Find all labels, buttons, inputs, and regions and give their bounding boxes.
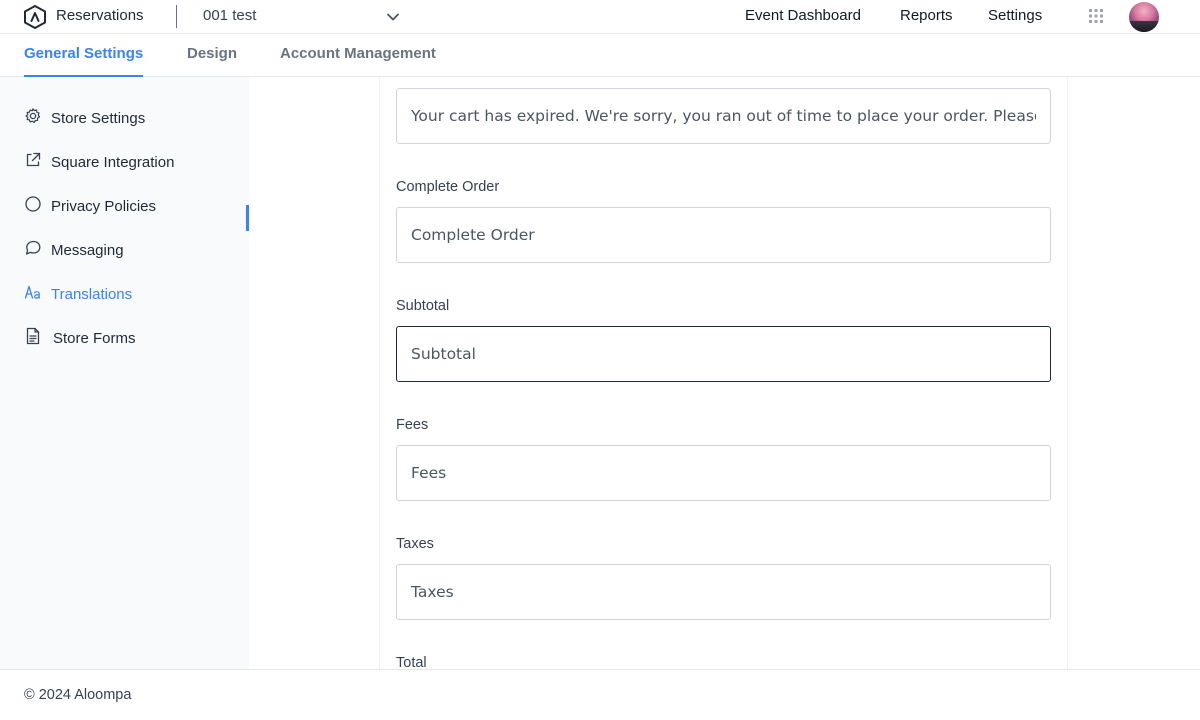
fees-label: Fees (396, 417, 429, 433)
taxes-label: Taxes (396, 536, 434, 552)
sidebar-item-label: Privacy Policies (51, 198, 157, 215)
taxes-input[interactable] (396, 564, 1051, 620)
settings-tabs: General Settings Design Account Manageme… (0, 34, 1200, 77)
main-content: Complete Order Subtotal Fees Taxes Total (249, 77, 1200, 669)
sidebar-item-label: Messaging (51, 242, 124, 259)
sidebar-item-store-forms[interactable]: Store Forms (24, 327, 249, 351)
sidebar-item-square-integration[interactable]: Square Integration (24, 151, 249, 175)
complete-order-input[interactable] (396, 207, 1051, 263)
translate-icon (24, 285, 40, 299)
subtotal-input[interactable] (396, 326, 1051, 382)
sidebar-item-label: Store Settings (51, 110, 146, 127)
subtotal-label: Subtotal (396, 298, 450, 314)
sidebar-item-store-settings[interactable]: Store Settings (24, 107, 249, 131)
chevron-down-icon (387, 13, 399, 21)
sidebar-item-messaging[interactable]: Messaging (24, 239, 249, 263)
gear-icon (25, 108, 41, 123)
tab-account-management[interactable]: Account Management (280, 45, 436, 77)
header-divider (176, 5, 177, 28)
apps-grid-icon[interactable] (1089, 9, 1103, 23)
top-bar: Reservations 001 test Event Dashboard Re… (0, 0, 1200, 34)
sidebar: Store Settings Square Integration Privac… (0, 77, 249, 669)
store-selector[interactable]: 001 test (203, 7, 403, 27)
tab-general-settings[interactable]: General Settings (24, 45, 144, 77)
document-icon (26, 327, 40, 345)
cart-expired-input[interactable] (396, 88, 1051, 144)
chat-bubble-icon (25, 240, 41, 255)
nav-reports[interactable]: Reports (900, 7, 953, 24)
app-name: Reservations (56, 7, 144, 24)
sidebar-item-label: Translations (51, 286, 133, 303)
complete-order-label: Complete Order (396, 179, 500, 195)
copyright-text: © 2024 Aloompa (24, 687, 132, 703)
circle-icon (25, 196, 41, 212)
total-label: Total (396, 655, 427, 669)
tab-design[interactable]: Design (187, 45, 237, 77)
fees-input[interactable] (396, 445, 1051, 501)
sidebar-item-label: Store Forms (53, 330, 136, 347)
nav-event-dashboard[interactable]: Event Dashboard (745, 7, 861, 24)
sidebar-item-privacy-policies[interactable]: Privacy Policies (24, 195, 249, 219)
sidebar-item-label: Square Integration (51, 154, 175, 171)
footer: © 2024 Aloompa (0, 669, 1200, 720)
nav-settings[interactable]: Settings (988, 7, 1042, 24)
sidebar-item-translations[interactable]: Translations (24, 283, 249, 307)
avatar[interactable] (1129, 2, 1159, 32)
store-selector-value: 001 test (203, 7, 257, 24)
external-link-icon (26, 152, 41, 167)
logo-icon[interactable] (22, 4, 48, 30)
